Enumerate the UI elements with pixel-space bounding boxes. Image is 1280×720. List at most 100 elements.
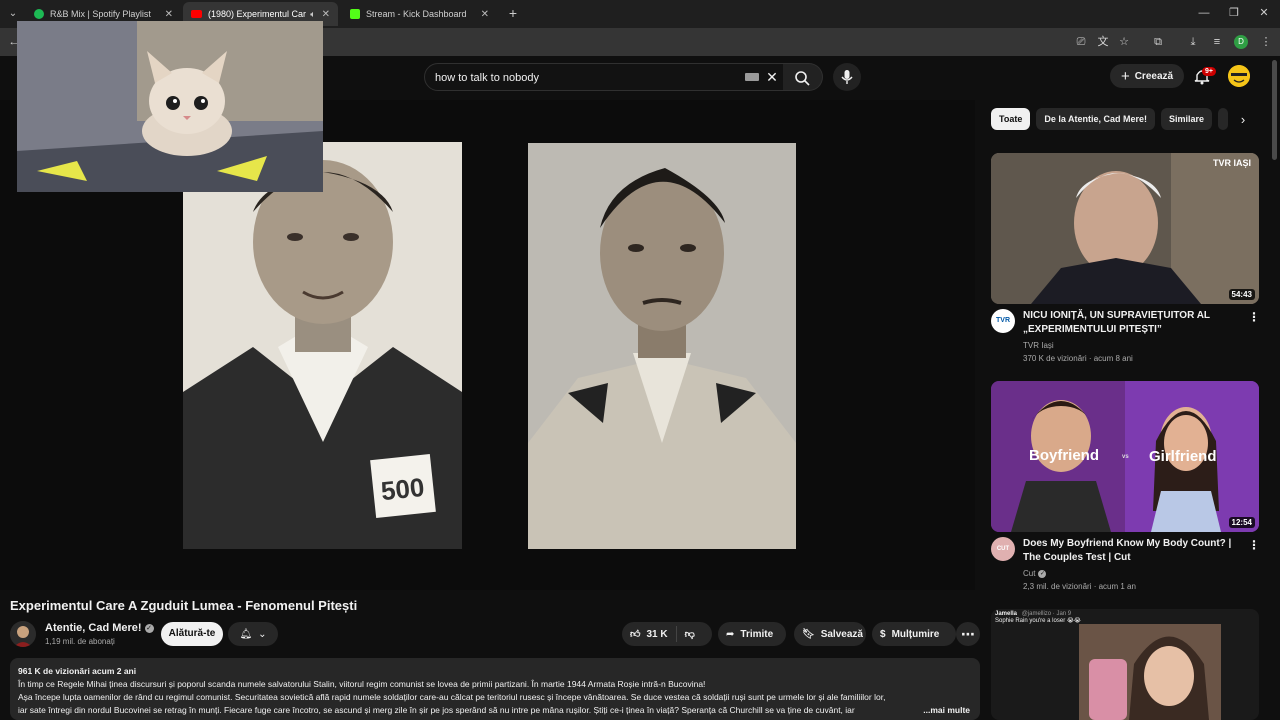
share-button[interactable]: ➦ Trimite	[718, 622, 786, 646]
save-button[interactable]: 🔖︎ Salvează	[794, 622, 866, 646]
extensions-icon[interactable]: ⧉	[1150, 34, 1166, 50]
thumbs-up-icon[interactable]: 👍︎	[630, 628, 640, 640]
like-count[interactable]: 31 K	[646, 629, 667, 640]
filter-chips: Toate De la Atentie, Cad Mere! Similare	[991, 108, 1229, 130]
chip-partial[interactable]	[1218, 108, 1229, 130]
recommendation-title[interactable]: NICU IONIȚĂ, UN SUPRAVIEȚUITOR AL „EXPER…	[1023, 309, 1233, 337]
youtube-icon	[191, 10, 202, 18]
create-button[interactable]: + Creează	[1110, 64, 1184, 88]
close-icon[interactable]: ✕	[481, 9, 489, 20]
chevron-right-icon[interactable]: ›	[1235, 112, 1251, 128]
microphone-icon	[841, 70, 853, 84]
tweet-text: Sophie Rain you're a loser 😭😭	[995, 618, 1081, 624]
channel-name-text: Atentie, Cad Mere!	[45, 622, 142, 634]
speaker-icon[interactable]: 🔈︎	[310, 9, 315, 20]
recommendation-thumbnail[interactable]: Jamella @jamellizo · Jan 9 Sophie Rain y…	[991, 609, 1259, 720]
tab-title: (1980) Experimentul Care A	[208, 9, 307, 19]
recommendation-title[interactable]: Does My Boyfriend Know My Body Count? | …	[1023, 537, 1233, 565]
like-divider	[675, 626, 677, 642]
close-icon[interactable]: ✕	[322, 9, 330, 20]
description-line: Așa începe lupta oamenilor de rând cu re…	[18, 692, 886, 702]
channel-watermark: TVR IAȘI	[1212, 158, 1251, 168]
picture-in-picture-kitten[interactable]	[17, 21, 323, 192]
recommendation-channel-name: Cut	[1023, 569, 1036, 578]
thumbnail-label: Boyfriend	[1029, 447, 1100, 464]
verified-check-icon: ✓	[144, 623, 154, 633]
thumbnail-label: Girlfriend	[1149, 448, 1217, 465]
recommendation-thumbnail[interactable]: TVR IAȘI 54:43	[991, 153, 1259, 304]
clear-search-icon[interactable]: ✕	[763, 68, 781, 86]
tab-title: R&B Mix | Spotify Playlist	[50, 9, 151, 19]
user-avatar[interactable]	[1228, 65, 1250, 87]
close-window-icon[interactable]: ✕	[1256, 5, 1272, 21]
like-dislike-group: 👍︎ 31 K 👎︎	[622, 622, 712, 646]
search-input[interactable]	[435, 70, 735, 86]
recommendation-stats: 2,3 mil. de vizionări · acum 1 an	[1023, 582, 1136, 591]
keyboard-icon[interactable]	[745, 73, 759, 81]
recommendation-stats: 370 K de vizionări · acum 8 ani	[1023, 354, 1133, 363]
minimize-icon[interactable]: —	[1196, 5, 1212, 21]
thumbs-down-icon[interactable]: 👎︎	[685, 628, 695, 640]
notification-count-badge: 9+	[1202, 67, 1216, 76]
recommendation-channel[interactable]: Cut ✓	[1023, 569, 1047, 578]
create-label: Creează	[1134, 70, 1174, 82]
page-scrollbar[interactable]	[1272, 60, 1277, 160]
video-photo-soldier	[528, 143, 796, 549]
share-arrow-icon: ➦	[726, 628, 735, 640]
thumbnail-label: vs	[1122, 454, 1129, 460]
video-photo-prisoner: 500	[183, 142, 462, 549]
recommendation-thumbnail[interactable]: Boyfriend vs Girlfriend 12:54	[991, 381, 1259, 532]
save-label: Salvează	[820, 628, 863, 640]
thanks-label: Mulțumire	[891, 628, 940, 640]
more-vertical-icon[interactable]: ⋮	[1248, 538, 1260, 552]
tab-title: Stream - Kick Dashboard	[366, 9, 467, 19]
prisoner-number: 500	[379, 471, 426, 507]
more-actions-button[interactable]: ⋯	[956, 622, 980, 646]
channel-avatar[interactable]	[10, 621, 36, 647]
video-duration: 12:54	[1228, 517, 1255, 528]
kick-icon	[350, 9, 360, 19]
download-icon[interactable]: ⤓	[1185, 34, 1201, 50]
channel-avatar[interactable]: TVR	[991, 309, 1015, 333]
browser-menu-icon[interactable]: ⋮	[1258, 34, 1274, 50]
search-button[interactable]	[783, 63, 823, 91]
voice-search-button[interactable]	[833, 63, 861, 91]
restore-icon[interactable]: ❐	[1226, 5, 1242, 21]
chip-from-channel[interactable]: De la Atentie, Cad Mere!	[1036, 108, 1156, 130]
more-vertical-icon[interactable]: ⋮	[1248, 310, 1260, 324]
thanks-button[interactable]: $ Mulțumire	[872, 622, 956, 646]
join-button[interactable]: Alătură-te	[161, 622, 223, 646]
tab-kick[interactable]: Stream - Kick Dashboard ✕	[342, 2, 497, 26]
spotify-icon	[34, 9, 44, 19]
chip-all[interactable]: Toate	[991, 108, 1031, 130]
thanks-dollar-icon: $	[880, 628, 886, 640]
video-description[interactable]: 961 K de vizionări acum 2 ani În timp ce…	[10, 658, 980, 720]
more-horizontal-icon: ⋯	[961, 625, 975, 642]
close-icon[interactable]: ✕	[165, 9, 173, 20]
profile-avatar[interactable]: D	[1234, 35, 1248, 49]
search-box: ✕	[424, 63, 784, 91]
cast-icon[interactable]: ⎚	[1073, 34, 1089, 50]
subscriber-count: 1,19 mil. de abonați	[45, 637, 115, 646]
share-label: Trimite	[740, 628, 774, 640]
description-line: În timp ce Regele Mihai ținea discursuri…	[18, 679, 706, 689]
reading-list-icon[interactable]: ≡	[1209, 34, 1225, 50]
verified-check-icon: ✓	[1038, 569, 1047, 578]
video-duration: 54:43	[1228, 289, 1255, 300]
bookmark-icon: 🔖︎	[802, 628, 815, 640]
bell-icon: 🔔︎	[239, 628, 253, 640]
search-icon	[795, 71, 810, 86]
channel-name[interactable]: Atentie, Cad Mere! ✓	[45, 622, 154, 634]
bookmark-star-icon[interactable]: ☆	[1116, 34, 1132, 50]
view-count-and-date: 961 K de vizionări acum 2 ani	[18, 666, 137, 676]
chevron-down-icon: ⌄	[258, 628, 267, 640]
new-tab-button[interactable]: +	[505, 5, 521, 21]
show-more-link[interactable]: ...mai multe	[919, 704, 970, 717]
subscription-bell-button[interactable]: 🔔︎ ⌄	[228, 622, 278, 646]
description-line: iar sate întregi din nordul Bucovinei se…	[18, 705, 855, 715]
translate-icon[interactable]: 文	[1095, 34, 1111, 50]
chip-related[interactable]: Similare	[1161, 108, 1213, 130]
channel-avatar[interactable]: CUT	[991, 537, 1015, 561]
recommendation-channel[interactable]: TVR Iași	[1023, 341, 1054, 350]
video-title: Experimentul Care A Zguduit Lumea - Feno…	[10, 598, 358, 613]
